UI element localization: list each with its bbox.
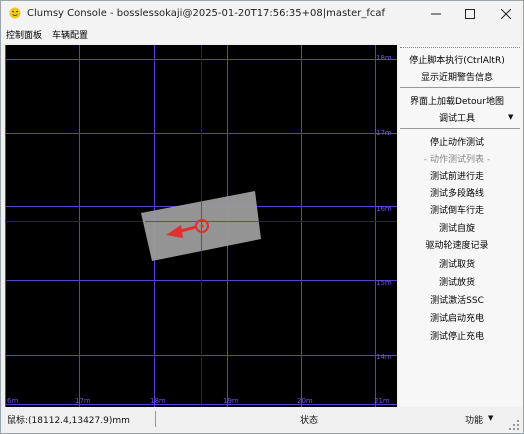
- show-warnings-button[interactable]: 显示近期警告信息: [398, 70, 516, 83]
- title-bar[interactable]: Clumsy Console - bosslessokaji@2025-01-2…: [1, 1, 523, 27]
- panel-divider: [400, 87, 520, 88]
- x-tick-label: 18m: [150, 397, 166, 405]
- app-icon: [9, 7, 21, 19]
- test-start-charge-button[interactable]: 测试启动充电: [398, 311, 516, 324]
- minimize-icon: [431, 13, 441, 15]
- test-activate-ssc-button[interactable]: 测试激活SSC: [398, 293, 516, 306]
- mouse-coordinates: 鼠标:(18112.4,13427.9)mm: [7, 416, 130, 426]
- x-tick-label: 6m: [7, 397, 18, 405]
- debug-tools-dropdown[interactable]: 调试工具: [398, 111, 516, 124]
- stop-action-test-button[interactable]: 停止动作测试: [398, 135, 516, 148]
- menu-vehicle-config[interactable]: 车辆配置: [52, 28, 88, 41]
- map-canvas[interactable]: 6m 17m 18m 19m 20m 21m 18m 17m 16m 15m 1…: [5, 45, 397, 407]
- resize-grip-icon[interactable]: [509, 420, 519, 430]
- status-bar: 鼠标:(18112.4,13427.9)mm 状态 功能 ▼: [1, 408, 523, 433]
- close-icon: [501, 9, 511, 19]
- y-tick-label: 17m: [376, 129, 392, 137]
- x-tick-label: 19m: [223, 397, 239, 405]
- chevron-down-icon: ▼: [488, 414, 494, 422]
- x-tick-label: 17m: [75, 397, 91, 405]
- panel-top-divider: [400, 47, 520, 48]
- chevron-down-icon: ▼: [508, 113, 514, 121]
- test-reverse-button[interactable]: 测试倒车行走: [398, 203, 516, 216]
- test-forward-button[interactable]: 测试前进行走: [398, 169, 516, 182]
- maximize-icon: [465, 9, 475, 19]
- load-detour-map-button[interactable]: 界面上加载Detour地图: [398, 94, 516, 107]
- wheel-speed-record-button[interactable]: 驱动轮速度记录: [398, 238, 516, 251]
- panel-divider: [400, 128, 520, 129]
- minimize-button[interactable]: [419, 1, 453, 27]
- close-button[interactable]: [489, 1, 523, 27]
- command-panel: 停止脚本执行(CtrlAltR) 显示近期警告信息 界面上加载Detour地图 …: [398, 45, 522, 407]
- x-tick-label: 20m: [297, 397, 313, 405]
- test-multi-route-button[interactable]: 测试多段路线: [398, 186, 516, 199]
- test-spin-button[interactable]: 测试自旋: [398, 221, 516, 234]
- maximize-button[interactable]: [453, 1, 487, 27]
- y-tick-label: 15m: [376, 279, 392, 287]
- window-title: Clumsy Console - bosslessokaji@2025-01-2…: [27, 8, 386, 19]
- status-label: 状态: [300, 416, 319, 426]
- app-window: Clumsy Console - bosslessokaji@2025-01-2…: [0, 0, 524, 434]
- y-tick-label: 16m: [376, 205, 392, 213]
- x-tick-label: 21m: [374, 397, 390, 405]
- menu-bar: 控制面板 车辆配置: [1, 27, 523, 43]
- status-divider: [155, 411, 156, 427]
- test-dropoff-button[interactable]: 测试放货: [398, 275, 516, 288]
- map-svg: 6m 17m 18m 19m 20m 21m 18m 17m 16m 15m 1…: [5, 45, 397, 407]
- y-tick-label: 14m: [376, 353, 392, 361]
- y-tick-label: 18m: [376, 54, 392, 62]
- test-stop-charge-button[interactable]: 测试停止充电: [398, 329, 516, 342]
- action-test-list-header: - 动作测试列表 -: [423, 155, 491, 165]
- stop-script-button[interactable]: 停止脚本执行(CtrlAltR): [398, 53, 516, 66]
- function-menu-button[interactable]: 功能: [465, 413, 483, 426]
- menu-control-panel[interactable]: 控制面板: [6, 28, 42, 41]
- test-pickup-button[interactable]: 测试取货: [398, 257, 516, 270]
